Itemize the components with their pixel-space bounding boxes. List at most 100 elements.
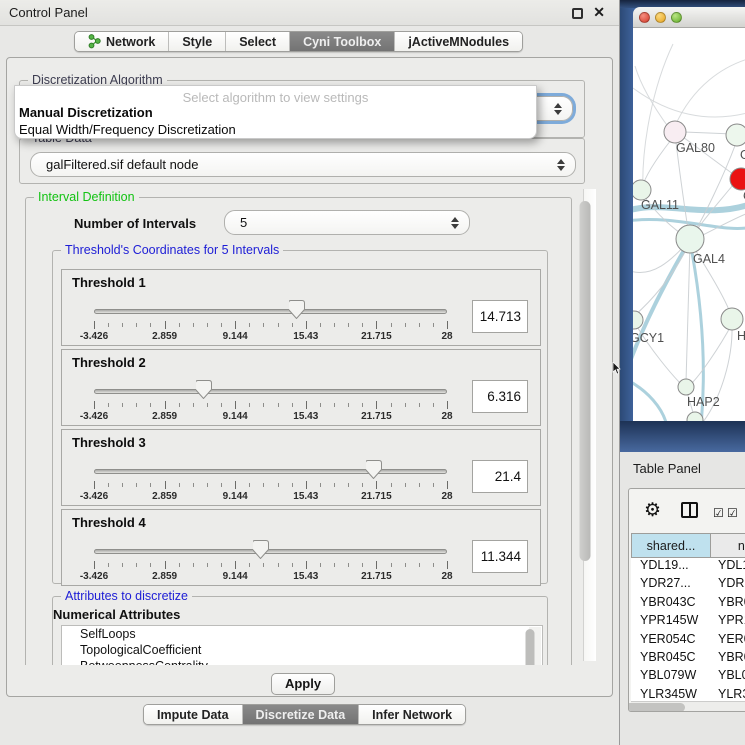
threshold-slider[interactable]: -3.4262.8599.14415.4321.71528 bbox=[94, 538, 447, 584]
numerical-attributes-list: SelfLoops TopologicalCoefficient Between… bbox=[61, 625, 543, 665]
threshold-value-field[interactable]: 6.316 bbox=[472, 380, 528, 413]
tab-network[interactable]: Network bbox=[75, 32, 169, 51]
cell-shared-name[interactable]: YLR345W bbox=[631, 687, 711, 701]
tick-mark bbox=[193, 483, 194, 487]
table-row[interactable]: YER054C YER0 bbox=[631, 632, 745, 650]
close-panel-button[interactable]: ✕ bbox=[593, 4, 605, 21]
tick-mark bbox=[207, 403, 208, 407]
cell-name[interactable]: YLR3 bbox=[711, 687, 745, 701]
network-edge[interactable] bbox=[686, 244, 690, 382]
threshold-slider[interactable]: -3.4262.8599.14415.4321.71528 bbox=[94, 378, 447, 424]
threshold-value-field[interactable]: 11.344 bbox=[472, 540, 528, 573]
cell-shared-name[interactable]: YDL19... bbox=[631, 558, 711, 576]
network-edge[interactable] bbox=[635, 66, 669, 128]
tab-cyni-toolbox[interactable]: Cyni Toolbox bbox=[290, 32, 395, 51]
slider-thumb[interactable] bbox=[366, 460, 382, 479]
network-window-titlebar[interactable] bbox=[633, 7, 745, 28]
cell-shared-name[interactable]: YBR045C bbox=[631, 650, 711, 668]
cell-name[interactable]: YER0 bbox=[711, 632, 745, 650]
tab-jactivemnodules[interactable]: jActiveMNodules bbox=[395, 32, 522, 51]
cell-name[interactable]: YBR0 bbox=[711, 595, 745, 613]
attribute-list-item[interactable]: TopologicalCoefficient bbox=[62, 642, 542, 658]
scrollbar-thumb[interactable] bbox=[628, 703, 685, 712]
slider-track[interactable] bbox=[94, 389, 447, 394]
network-canvas[interactable]: GAL80GACGAL11GAL4GCY1HHAP2 bbox=[633, 28, 745, 421]
network-node[interactable] bbox=[721, 308, 743, 330]
dropdown-placeholder-item[interactable]: Select algorithm to view settings bbox=[15, 90, 536, 105]
network-edge[interactable] bbox=[691, 324, 732, 384]
cell-name[interactable]: YBL0 bbox=[711, 668, 745, 686]
table-row[interactable]: YLR345W YLR3 bbox=[631, 687, 745, 701]
network-edge[interactable] bbox=[633, 240, 690, 370]
scrollbar-thumb[interactable] bbox=[580, 201, 591, 561]
table-row[interactable]: YDR27... YDR2 bbox=[631, 576, 745, 594]
checkbox-icon[interactable]: ☑ bbox=[713, 506, 724, 520]
cell-shared-name[interactable]: YER054C bbox=[631, 632, 711, 650]
slider-thumb[interactable] bbox=[289, 300, 305, 319]
window-minimize-icon[interactable] bbox=[655, 12, 666, 23]
number-of-intervals-combobox[interactable]: 5 bbox=[224, 210, 470, 235]
table-row[interactable]: YBL079W YBL0 bbox=[631, 668, 745, 686]
network-node[interactable] bbox=[730, 168, 745, 190]
cell-shared-name[interactable]: YDR27... bbox=[631, 576, 711, 594]
tab-select[interactable]: Select bbox=[226, 32, 290, 51]
attribute-list-item[interactable]: SelfLoops bbox=[62, 626, 542, 642]
slider-thumb[interactable] bbox=[196, 380, 212, 399]
checkbox-icon[interactable]: ☑ bbox=[727, 506, 738, 520]
column-header-name[interactable]: name bbox=[711, 533, 745, 558]
slider-thumb[interactable] bbox=[253, 540, 269, 559]
attribute-list-item[interactable]: BetweennessCentrality bbox=[62, 658, 542, 665]
table-row[interactable]: YBR043C YBR0 bbox=[631, 595, 745, 613]
table-row[interactable]: YDL19... YDL1 bbox=[631, 558, 745, 576]
tick-label: 21.715 bbox=[361, 331, 392, 342]
control-panel: Control Panel ✕ Network Style Select Cyn… bbox=[0, 0, 620, 745]
network-edge[interactable] bbox=[643, 44, 673, 193]
table-row[interactable]: YPR145W YPR1 bbox=[631, 613, 745, 631]
window-close-icon[interactable] bbox=[639, 12, 650, 23]
cell-name[interactable]: YDL1 bbox=[711, 558, 745, 576]
slider-track[interactable] bbox=[94, 309, 447, 314]
network-node[interactable] bbox=[678, 379, 694, 395]
slider-track[interactable] bbox=[94, 549, 447, 554]
gear-icon[interactable]: ⚙ bbox=[644, 499, 661, 522]
dropdown-item-manual-discretization[interactable]: Manual Discretization bbox=[19, 105, 153, 120]
window-zoom-icon[interactable] bbox=[671, 12, 682, 23]
table-horizontal-scrollbar[interactable] bbox=[631, 701, 745, 712]
apply-button[interactable]: Apply bbox=[271, 673, 335, 695]
tab-infer-network[interactable]: Infer Network bbox=[359, 705, 465, 724]
network-node-label: HAP2 bbox=[687, 395, 720, 409]
network-edge[interactable] bbox=[633, 380, 667, 421]
table-row[interactable]: YBR045C YBR0 bbox=[631, 650, 745, 668]
tab-discretize-data[interactable]: Discretize Data bbox=[243, 705, 360, 724]
tab-impute-data[interactable]: Impute Data bbox=[144, 705, 243, 724]
thresholds-group: Threshold's Coordinates for 5 Intervals … bbox=[52, 250, 548, 584]
tick-mark bbox=[391, 483, 392, 487]
network-node[interactable] bbox=[633, 180, 651, 200]
tick-label: 9.144 bbox=[223, 571, 248, 582]
network-node[interactable] bbox=[726, 124, 745, 146]
network-node[interactable] bbox=[676, 225, 704, 253]
tick-mark bbox=[150, 563, 151, 567]
table-data-combobox[interactable]: galFiltered.sif default node bbox=[30, 152, 576, 177]
cell-name[interactable]: YPR1 bbox=[711, 613, 745, 631]
threshold-value-field[interactable]: 14.713 bbox=[472, 300, 528, 333]
slider-track[interactable] bbox=[94, 469, 447, 474]
threshold-slider[interactable]: -3.4262.8599.14415.4321.71528 bbox=[94, 458, 447, 504]
cell-shared-name[interactable]: YBR043C bbox=[631, 595, 711, 613]
split-columns-icon[interactable] bbox=[681, 502, 698, 518]
network-edge[interactable] bbox=[642, 140, 671, 188]
threshold-slider[interactable]: -3.4262.8599.14415.4321.71528 bbox=[94, 298, 447, 344]
dropdown-item-equal-width-frequency[interactable]: Equal Width/Frequency Discretization bbox=[19, 122, 236, 137]
column-header-shared-name[interactable]: shared... bbox=[631, 533, 711, 558]
tab-style[interactable]: Style bbox=[169, 32, 226, 51]
float-window-button[interactable] bbox=[572, 8, 583, 19]
settings-vertical-scrollbar[interactable] bbox=[583, 189, 596, 661]
cell-name[interactable]: YDR2 bbox=[711, 576, 745, 594]
cell-name[interactable]: YBR0 bbox=[711, 650, 745, 668]
network-node[interactable] bbox=[633, 311, 643, 329]
threshold-value-field[interactable]: 21.4 bbox=[472, 460, 528, 493]
cell-shared-name[interactable]: YBL079W bbox=[631, 668, 711, 686]
tick-mark bbox=[94, 321, 95, 329]
cell-shared-name[interactable]: YPR145W bbox=[631, 613, 711, 631]
network-node[interactable] bbox=[664, 121, 686, 143]
